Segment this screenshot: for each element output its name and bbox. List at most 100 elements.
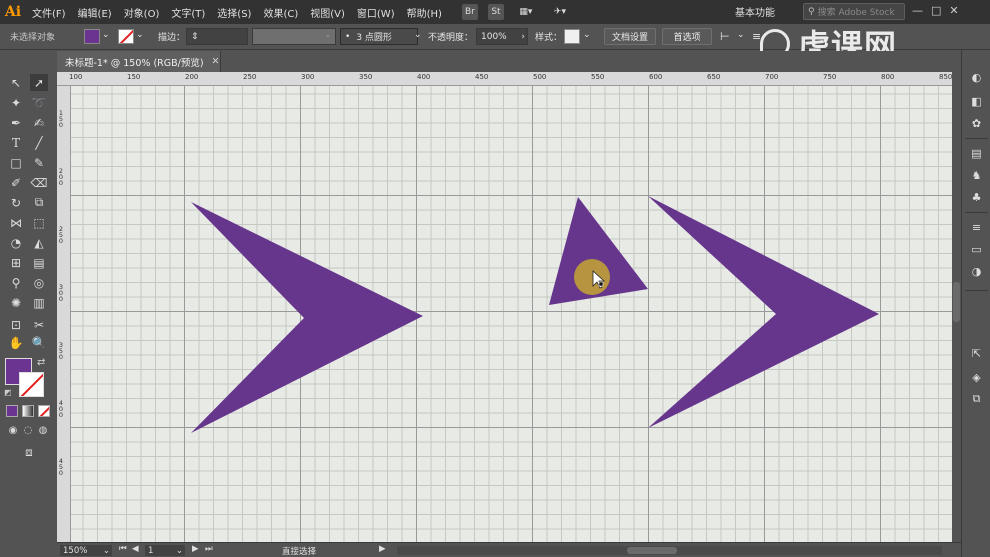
brush-dropdown-icon[interactable]: ⌄	[414, 30, 422, 40]
line-tool-icon[interactable]: ╱	[30, 134, 48, 151]
eraser-icon[interactable]: ⌫	[30, 174, 48, 191]
menu-window[interactable]: 窗口(W)	[351, 5, 401, 20]
profile-dropdown-icon[interactable]: ⌄	[324, 30, 332, 40]
draw-inside-icon[interactable]: ◍	[34, 422, 52, 439]
align-icon[interactable]: ⊢	[720, 30, 730, 43]
close-icon[interactable]: ✕	[949, 4, 966, 17]
status-menu-icon[interactable]: ▶	[379, 544, 386, 554]
menu-edit[interactable]: 编辑(E)	[72, 5, 118, 20]
previous-artboard-icon[interactable]: ◀	[132, 544, 139, 554]
gpu-performance-button[interactable]: ✈▾	[548, 4, 572, 20]
menu-effect[interactable]: 效果(C)	[257, 5, 304, 20]
fill-swatch[interactable]	[84, 29, 100, 44]
rotate-tool-icon[interactable]: ↻	[7, 194, 25, 211]
horizontal-scroll-thumb[interactable]	[627, 547, 677, 554]
lasso-icon[interactable]: ➰	[30, 94, 48, 111]
screen-mode-icon[interactable]: ⧈	[18, 444, 40, 461]
color-panel-icon[interactable]: ◐	[969, 70, 984, 84]
next-artboard-icon[interactable]: ▶	[192, 544, 199, 554]
free-transform-icon[interactable]: ⬚	[30, 214, 48, 231]
vertical-scrollbar[interactable]	[952, 72, 961, 542]
graphic-style-swatch[interactable]	[564, 29, 580, 44]
magic-wand-icon[interactable]: ✦	[7, 94, 25, 111]
symbols-icon[interactable]: ♞	[969, 168, 984, 182]
color-guide-icon[interactable]: ◧	[969, 94, 984, 108]
chevron-shape-left[interactable]	[191, 202, 423, 433]
perspective-grid-icon[interactable]: ◭	[30, 234, 48, 251]
shaper-tool-icon[interactable]: ✐	[7, 174, 25, 191]
stroke-dropdown-icon[interactable]: ⌄	[136, 30, 144, 40]
maximize-icon[interactable]: □	[931, 4, 949, 17]
align-dropdown-icon[interactable]: ⌄	[737, 30, 745, 40]
menu-object[interactable]: 对象(O)	[118, 5, 166, 20]
gradient-panel-icon[interactable]: ▭	[969, 242, 984, 256]
bridge-button[interactable]: Br	[461, 4, 478, 20]
menu-help[interactable]: 帮助(H)	[401, 5, 448, 20]
slice-tool-icon[interactable]: ✂	[30, 316, 48, 333]
arrange-documents-button[interactable]: ▦▾	[514, 4, 538, 20]
horizontal-scrollbar[interactable]	[397, 546, 942, 555]
panel-separator	[965, 138, 988, 139]
export-icon[interactable]: ⇱	[969, 346, 984, 360]
swap-fill-stroke-icon[interactable]: ⇄	[37, 357, 45, 368]
pen-tool-icon[interactable]: ✒	[7, 114, 25, 131]
first-artboard-icon[interactable]: ⏮	[119, 544, 127, 554]
artboard-canvas[interactable]	[71, 86, 952, 542]
menu-file[interactable]: 文件(F)	[26, 5, 72, 20]
last-artboard-icon[interactable]: ⏭	[205, 544, 213, 554]
mesh-tool-icon[interactable]: ⊞	[7, 254, 25, 271]
scale-tool-icon[interactable]: ⧉	[30, 194, 48, 211]
width-tool-icon[interactable]: ⋈	[7, 214, 25, 231]
zoom-field[interactable]: 150% ⌄	[60, 545, 112, 556]
default-colors-icon[interactable]: ◩	[4, 388, 12, 397]
zoom-tool-icon[interactable]: 🔍	[30, 334, 48, 351]
brush-definition[interactable]: • 3 点圆形	[340, 28, 418, 45]
shape-builder-icon[interactable]: ◔	[7, 234, 25, 251]
preferences-button[interactable]: 首选项	[662, 28, 712, 45]
vertical-scroll-thumb[interactable]	[953, 282, 960, 322]
chevron-shape-right[interactable]	[648, 196, 879, 428]
document-tab[interactable]: 未标题-1* @ 150% (RGB/预览) ✕	[57, 51, 221, 72]
eyedropper-icon[interactable]: ⚲	[7, 274, 25, 291]
rectangle-tool-icon[interactable]: □	[7, 154, 25, 171]
transparency-icon[interactable]: ◑	[969, 264, 984, 278]
menu-type[interactable]: 文字(T)	[165, 5, 211, 20]
stroke-color-box[interactable]	[19, 372, 44, 397]
symbol-sprayer-icon[interactable]: ✺	[7, 294, 25, 311]
menu-select[interactable]: 选择(S)	[211, 5, 257, 20]
close-tab-icon[interactable]: ✕	[212, 56, 220, 67]
graph-tool-icon[interactable]: ▥	[30, 294, 48, 311]
blend-tool-icon[interactable]: ◎	[30, 274, 48, 291]
adobe-stock-search[interactable]: ⚲ 搜索 Adobe Stock	[803, 3, 905, 20]
graphic-styles-icon[interactable]: ♣	[969, 190, 984, 204]
layers-icon[interactable]: ◈	[969, 370, 984, 384]
stroke-panel-icon[interactable]: ≡	[969, 220, 984, 234]
brushes-icon[interactable]: ▤	[969, 146, 984, 160]
selection-tool-icon[interactable]: ↖	[7, 74, 25, 91]
chevron-down-icon: ⌄	[102, 545, 110, 556]
swatches-icon[interactable]: ✿	[969, 116, 984, 130]
ruler-label: 300	[58, 283, 64, 303]
style-dropdown-icon[interactable]: ⌄	[583, 30, 591, 40]
opacity-field[interactable]: 100% ›	[476, 28, 528, 45]
hand-tool-icon[interactable]: ✋	[7, 334, 25, 351]
type-tool-icon[interactable]: T	[7, 134, 25, 151]
artboards-icon[interactable]: ⧉	[969, 392, 984, 406]
gradient-mode-icon[interactable]	[22, 405, 34, 417]
document-setup-button[interactable]: 文档设置	[604, 28, 656, 45]
gradient-tool-icon[interactable]: ▤	[30, 254, 48, 271]
artboard-number-field[interactable]: 1 ⌄	[145, 545, 185, 556]
color-mode-icon[interactable]	[6, 405, 18, 417]
workspace-switcher[interactable]: 基本功能	[735, 4, 775, 19]
menu-view[interactable]: 视图(V)	[304, 5, 351, 20]
paintbrush-icon[interactable]: ✎	[30, 154, 48, 171]
curvature-tool-icon[interactable]: ✍	[30, 114, 48, 131]
minimize-icon[interactable]: —	[912, 4, 931, 17]
direct-selection-tool-icon[interactable]: ➚	[30, 74, 48, 91]
none-mode-icon[interactable]	[38, 405, 50, 417]
stock-button[interactable]: St	[487, 4, 504, 20]
stroke-weight-field[interactable]: ⇕	[186, 28, 248, 45]
artboard-tool-icon[interactable]: ⊡	[7, 316, 25, 333]
fill-dropdown-icon[interactable]: ⌄	[102, 30, 110, 40]
stroke-swatch[interactable]	[118, 29, 134, 44]
